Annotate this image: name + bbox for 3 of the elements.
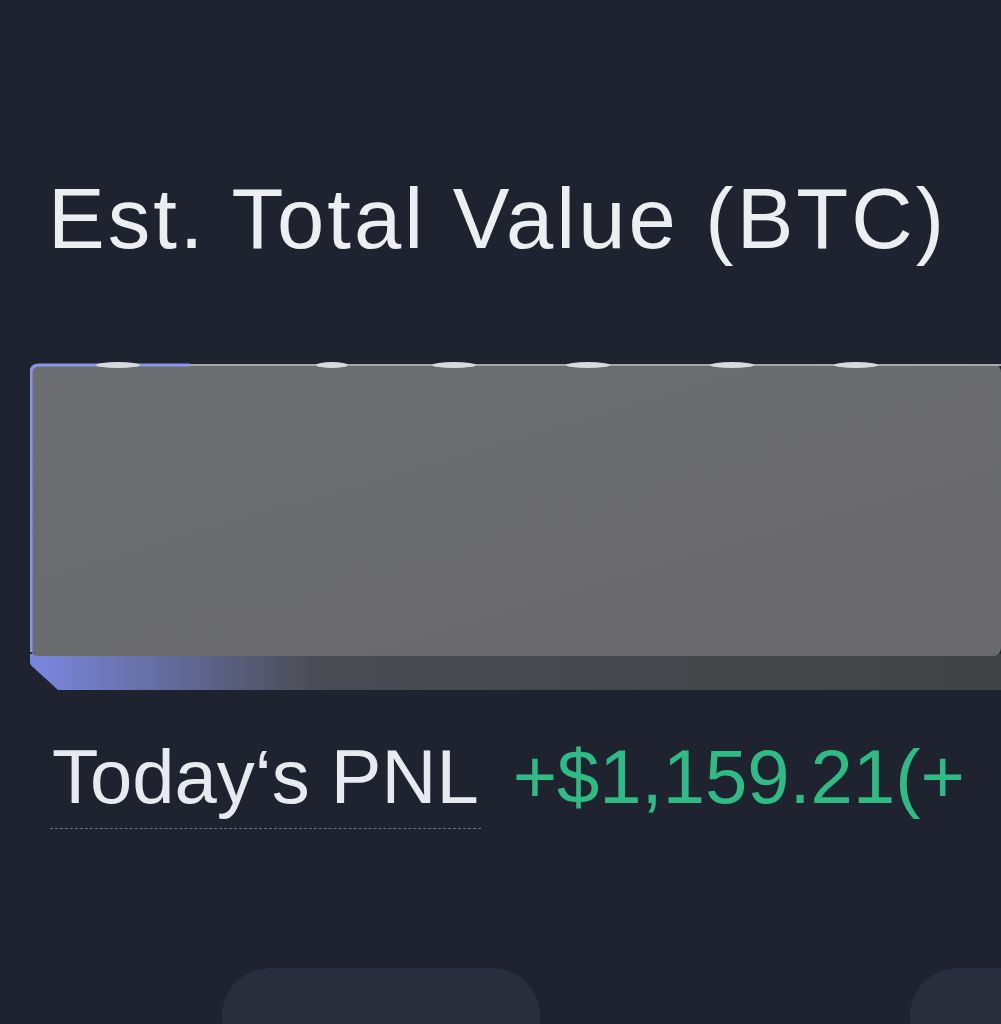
total-value-title: Est. Total Value (BTC) — [48, 170, 947, 268]
pnl-value: +$1,159.21(+ — [512, 733, 965, 821]
pnl-label: Today‘s PNL — [50, 731, 481, 830]
